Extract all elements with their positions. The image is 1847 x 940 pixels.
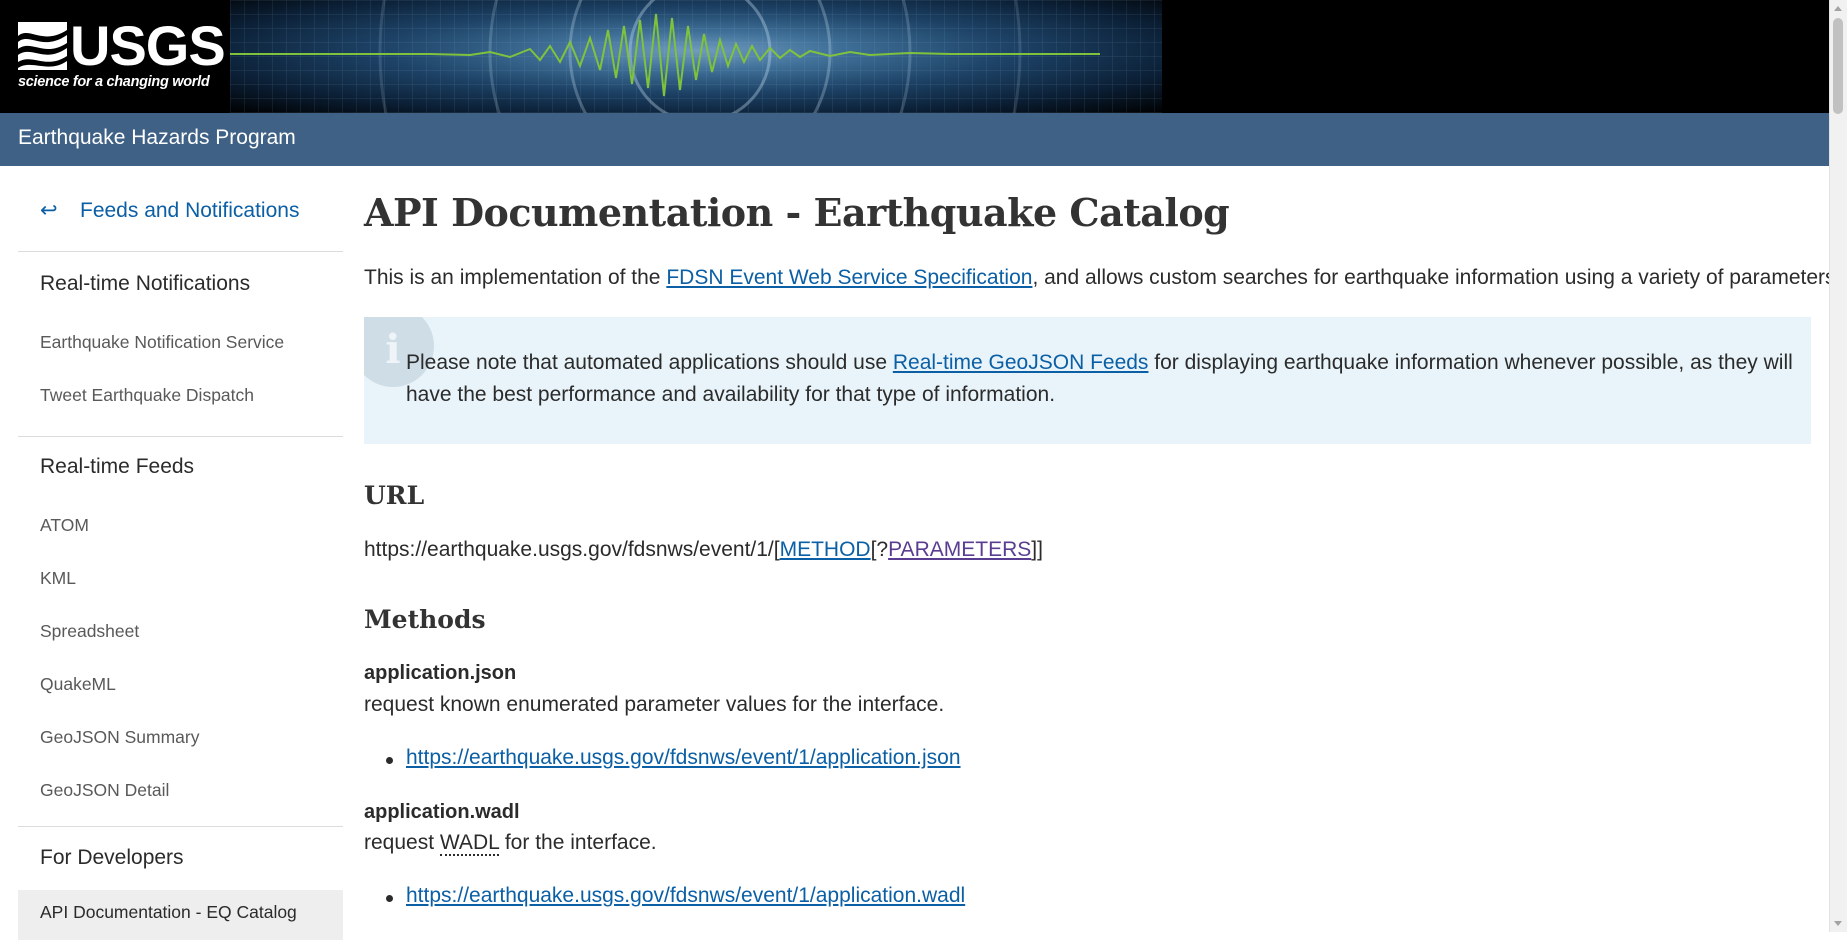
info-alert: i Please note that automated application… <box>364 317 1811 444</box>
method-url-item: https://earthquake.usgs.gov/fdsnws/event… <box>386 746 961 770</box>
sidebar-item-quakeml[interactable]: QuakeML <box>40 674 116 695</box>
methods-heading: Methods <box>364 605 486 634</box>
scroll-down-arrow-icon[interactable] <box>1834 921 1842 926</box>
seismogram-banner <box>230 0 1162 113</box>
sidebar-heading-notifications: Real-time Notifications <box>40 272 251 295</box>
application-wadl-link[interactable]: https://earthquake.usgs.gov/fdsnws/event… <box>406 884 965 907</box>
method-desc-part: for the interface. <box>499 831 657 854</box>
intro-text: , and allows custom searches for earthqu… <box>1032 266 1842 289</box>
url-bracket: [? <box>870 538 889 561</box>
intro-text: This is an implementation of the <box>364 266 667 289</box>
sidebar-item-api-documentation-active[interactable]: API Documentation - EQ Catalog <box>18 890 343 940</box>
alert-text-part: Please note that automated applications … <box>406 351 893 374</box>
back-arrow-icon: ↩ <box>40 199 58 222</box>
sidebar-heading-developers: For Developers <box>40 846 184 869</box>
method-url-item: https://earthquake.usgs.gov/fdsnws/event… <box>386 884 965 908</box>
alert-text: Please note that automated applications … <box>406 347 1801 411</box>
sidebar-divider <box>18 251 343 252</box>
back-link-label: Feeds and Notifications <box>80 199 300 222</box>
application-json-link[interactable]: https://earthquake.usgs.gov/fdsnws/event… <box>406 746 961 769</box>
intro-paragraph: This is an implementation of the FDSN Ev… <box>364 266 1841 290</box>
geojson-feeds-link[interactable]: Real-time GeoJSON Feeds <box>893 351 1149 374</box>
usgs-logo[interactable]: USGS science for a changing world <box>18 14 226 98</box>
sidebar-heading-feeds: Real-time Feeds <box>40 455 195 478</box>
sidebar-divider <box>18 436 343 437</box>
parameters-link[interactable]: PARAMETERS <box>888 538 1031 561</box>
program-title-link[interactable]: Earthquake Hazards Program <box>18 126 296 150</box>
sidebar-nav: ↩ Feeds and Notifications Real-time Notif… <box>18 166 343 940</box>
bullet-icon <box>386 895 393 902</box>
method-desc-json: request known enumerated parameter value… <box>364 693 945 716</box>
fdsn-spec-link[interactable]: FDSN Event Web Service Specification <box>666 266 1032 289</box>
page-title: API Documentation - Earthquake Catalog <box>364 190 1230 235</box>
sidebar-divider <box>18 826 343 827</box>
method-name-json: application.json <box>364 662 517 684</box>
sidebar-item-tweet-earthquake-dispatch[interactable]: Tweet Earthquake Dispatch <box>40 385 254 406</box>
page-scrollbar[interactable] <box>1829 0 1847 932</box>
back-link-feeds[interactable]: ↩ Feeds and Notifications <box>40 198 299 223</box>
method-desc-wadl: request WADL for the interface. <box>364 831 657 856</box>
url-bracket: ]] <box>1031 538 1043 561</box>
method-desc-part: request <box>364 831 440 854</box>
sidebar-item-geojson-summary[interactable]: GeoJSON Summary <box>40 727 199 748</box>
sidebar-item-label: API Documentation - EQ Catalog <box>40 902 297 922</box>
url-heading: URL <box>364 481 425 510</box>
usgs-wave-logo-icon <box>18 22 67 70</box>
url-template: https://earthquake.usgs.gov/fdsnws/event… <box>364 538 1043 562</box>
sidebar-item-earthquake-notification-service[interactable]: Earthquake Notification Service <box>40 332 284 353</box>
site-header: USGS science for a changing world <box>0 0 1830 113</box>
scroll-thumb[interactable] <box>1833 18 1843 114</box>
bullet-icon <box>386 757 393 764</box>
sidebar-item-atom[interactable]: ATOM <box>40 515 89 536</box>
sidebar-item-spreadsheet[interactable]: Spreadsheet <box>40 621 139 642</box>
sidebar-item-geojson-detail[interactable]: GeoJSON Detail <box>40 780 169 801</box>
url-base: https://earthquake.usgs.gov/fdsnws/event… <box>364 538 774 561</box>
usgs-tagline: science for a changing world <box>18 74 210 90</box>
method-link[interactable]: METHOD <box>780 538 871 561</box>
wadl-abbr[interactable]: WADL <box>439 831 500 856</box>
sidebar-item-kml[interactable]: KML <box>40 568 76 589</box>
program-bar: Earthquake Hazards Program <box>0 113 1830 166</box>
scroll-up-arrow-icon[interactable] <box>1834 6 1842 11</box>
usgs-logo-text: USGS <box>70 14 226 77</box>
method-name-wadl: application.wadl <box>364 801 520 823</box>
